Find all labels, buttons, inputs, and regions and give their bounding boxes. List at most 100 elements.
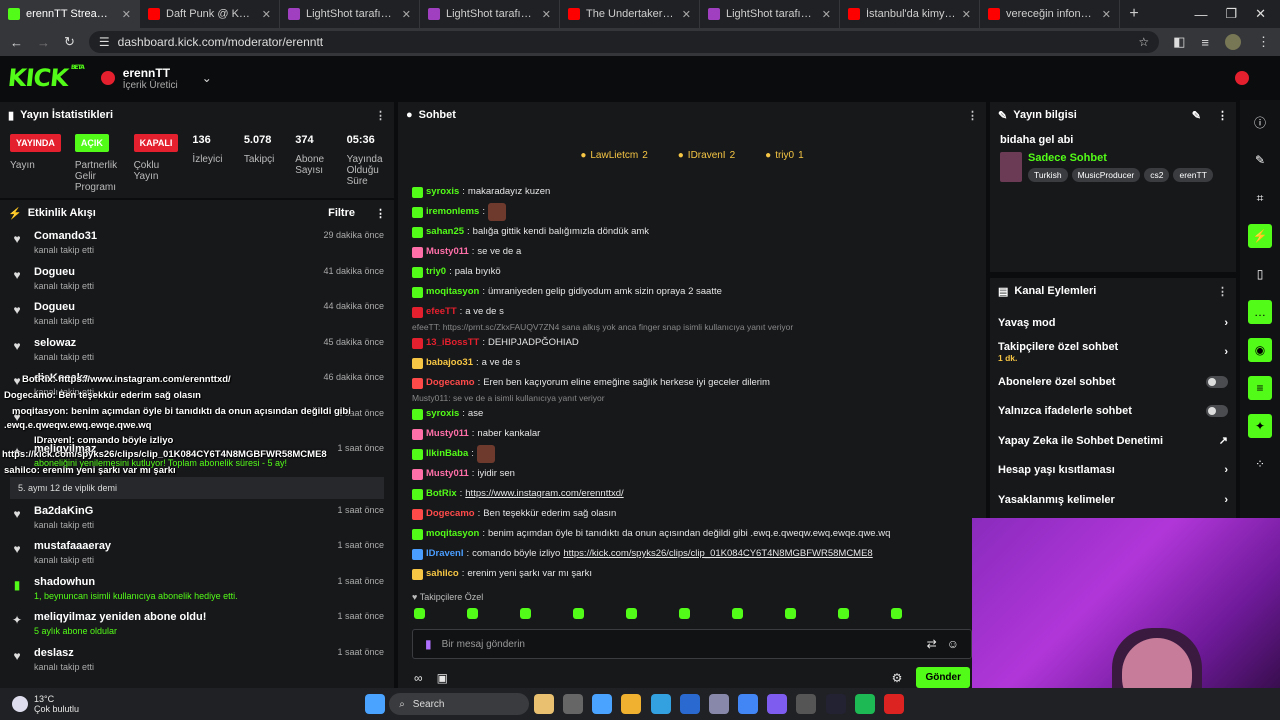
profile-avatar[interactable] [1225, 34, 1241, 50]
close-icon[interactable]: ✕ [122, 8, 131, 21]
toggle-switch[interactable] [1206, 375, 1228, 388]
feed-item[interactable]: ▮ shadowhun 1, beynuncan isimli kullanıcıy… [0, 572, 394, 608]
emoji-icon[interactable]: ☺ [947, 637, 959, 651]
chat-icon[interactable]: … [1248, 300, 1272, 324]
media-icon[interactable]: ≡ [1201, 35, 1209, 50]
chat-message[interactable]: syroxis: makaradayız kuzen [398, 182, 986, 202]
category-name[interactable]: Sadece Sohbet [1028, 152, 1213, 164]
stream-tag[interactable]: erenTT [1173, 168, 1213, 182]
points-icon[interactable]: ∞ [414, 671, 423, 685]
chat-link[interactable]: https://www.instagram.com/erennttxd/ [465, 484, 623, 504]
channel-action-item[interactable]: Yasaklanmış kelimeler › [990, 485, 1236, 515]
browser-tab[interactable]: LightShot tarafından Ekra ✕ [700, 0, 840, 28]
chat-message[interactable]: syroxis: ase [398, 404, 986, 424]
emote-icon[interactable] [573, 608, 584, 619]
chat-username[interactable]: Musty011 [426, 242, 469, 262]
chat-message[interactable]: Musty011: iyidir sen [398, 464, 986, 484]
user-avatar[interactable] [1235, 71, 1249, 85]
chat-username[interactable]: IlkinBaba [426, 444, 468, 464]
chat-message[interactable]: sahilco: erenim yeni şarkı var mı şarkı [398, 564, 986, 584]
feed-item[interactable]: ♥ Comando31 kanalı takip etti 29 dakika önc… [0, 226, 394, 262]
chat-message[interactable]: 13_iBossTT: DEHIPJADPĞOHIAD [398, 333, 986, 353]
chat-username[interactable]: Dogecamo [426, 373, 475, 393]
channel-action-item[interactable]: Yapay Zeka ile Sohbet Denetimi ↗ [990, 426, 1236, 456]
weather-widget[interactable]: 13°C Çok bulutlu [0, 694, 360, 714]
close-icon[interactable]: ✕ [262, 8, 271, 21]
info-icon[interactable]: ⓘ [1248, 110, 1272, 134]
document-icon[interactable]: ▯ [1248, 262, 1272, 286]
taskbar-app-icon[interactable] [592, 694, 613, 714]
chat-message[interactable]: BotRix: https://www.instagram.com/erenntt… [398, 484, 986, 504]
emote-icon[interactable] [679, 608, 690, 619]
feed-item[interactable]: ♥ mustafaaaeray kanalı takip etti 1 saat ön… [0, 536, 394, 572]
edit-icon[interactable]: ✎ [1192, 109, 1201, 122]
taskbar-app-icon[interactable] [884, 694, 905, 714]
chat-message[interactable]: moqitasyon: benim açımdan öyle bi tanıdık… [398, 524, 986, 544]
emote-icon[interactable] [626, 608, 637, 619]
taskbar-app-icon[interactable] [708, 694, 729, 714]
chat-message[interactable]: Musty011: se ve de a [398, 242, 986, 262]
chat-username[interactable]: iremonlems [426, 202, 479, 222]
emote-icon[interactable] [785, 608, 796, 619]
taskbar-app-icon[interactable] [562, 694, 583, 714]
feed-item[interactable]: ♥ Ba2daKinG kanalı takip etti 1 saat önce [0, 501, 394, 537]
translate-icon[interactable]: ⇄ [927, 637, 937, 651]
taskbar-search[interactable]: ⌕ Search [389, 693, 530, 715]
forward-icon[interactable]: → [37, 35, 50, 50]
close-window-icon[interactable]: ✕ [1255, 6, 1266, 22]
settings-gear-icon[interactable]: ⚙ [892, 671, 903, 685]
close-icon[interactable]: ✕ [542, 8, 551, 21]
chat-link[interactable]: https://kick.com/spyks26/clips/clip_01K0… [563, 544, 872, 564]
channel-action-item[interactable]: Abonelere özel sohbet [990, 367, 1236, 397]
close-icon[interactable]: ✕ [402, 8, 411, 21]
screen-capture-icon[interactable]: ⌗ [1248, 186, 1272, 210]
chat-username[interactable]: sahilco [426, 564, 459, 584]
mic-icon[interactable]: ▮ [425, 637, 432, 651]
chat-username[interactable]: Dogecamo [426, 504, 475, 524]
more-options-icon[interactable]: ⋮ [375, 109, 386, 122]
chat-input[interactable]: ▮ Bir mesaj gönderin ⇄ ☺ [412, 629, 972, 659]
more-options-icon[interactable]: ⋮ [1217, 285, 1228, 298]
taskbar-app-icon[interactable] [738, 694, 759, 714]
taskbar-app-icon[interactable] [854, 694, 875, 714]
send-button[interactable]: Gönder [916, 667, 970, 688]
chat-username[interactable]: moqitasyon [426, 282, 479, 302]
kick-logo[interactable]: KICKBETA [7, 64, 85, 92]
chat-message[interactable]: babajoo31: a ve de s [398, 353, 986, 373]
taskbar-app-icon[interactable] [621, 694, 642, 714]
channel-action-item[interactable]: Takipçilere özel sohbet 1 dk. › [990, 338, 1236, 368]
taskbar-app-icon[interactable] [533, 694, 554, 714]
browser-tab[interactable]: erennTT Stream - Kick Da ✕ [0, 0, 140, 28]
broadcast-icon[interactable]: ◉ [1248, 338, 1272, 362]
chat-username[interactable]: IDravenI [426, 544, 464, 564]
chat-username[interactable]: syroxis [426, 404, 459, 424]
channel-switcher[interactable]: erennTT İçerik Üretici ⌄ [100, 66, 212, 91]
browser-tab[interactable]: İstanbul'da kimyasal mad ✕ [840, 0, 980, 28]
taskbar-app-icon[interactable] [825, 694, 846, 714]
more-dots-icon[interactable]: ⁘ [1248, 452, 1272, 476]
channel-action-item[interactable]: Yalnızca ifadelerle sohbet [990, 397, 1236, 427]
site-info-icon[interactable]: ☰ [99, 35, 110, 49]
taskbar-app-icon[interactable] [650, 694, 671, 714]
chat-message[interactable]: Dogecamo: Eren ben kaçıyorum eline emeğin… [398, 373, 986, 393]
chat-username[interactable]: Musty011 [426, 464, 469, 484]
wrench-icon[interactable]: ✦ [1248, 414, 1272, 438]
chat-message[interactable]: triy0: pala bıyıkö [398, 262, 986, 282]
menu-icon[interactable]: ⋮ [1257, 34, 1270, 50]
feed-item[interactable]: ♥ Dogueu kanalı takip etti 44 dakika önce [0, 297, 394, 333]
maximize-icon[interactable]: ❐ [1225, 6, 1237, 22]
browser-tab[interactable]: LightShot tarafından Ekra ✕ [280, 0, 420, 28]
chat-username[interactable]: efeeTT [426, 302, 457, 322]
channel-action-item[interactable]: Hesap yaşı kısıtlaması › [990, 456, 1236, 486]
extensions-icon[interactable]: ◧ [1173, 34, 1185, 50]
filter-button[interactable]: Filtre [328, 207, 355, 219]
close-icon[interactable]: ✕ [822, 8, 831, 21]
chevron-right-icon[interactable]: › [1224, 494, 1228, 506]
toggle-switch[interactable] [1206, 405, 1228, 418]
close-icon[interactable]: ✕ [1102, 8, 1111, 21]
feed-item[interactable]: ♥ Dogueu kanalı takip etti 41 dakika önce [0, 262, 394, 298]
chevron-right-icon[interactable]: › [1224, 346, 1228, 358]
close-icon[interactable]: ✕ [962, 8, 971, 21]
chevron-right-icon[interactable]: › [1224, 317, 1228, 329]
chat-username[interactable]: triy0 [426, 262, 446, 282]
